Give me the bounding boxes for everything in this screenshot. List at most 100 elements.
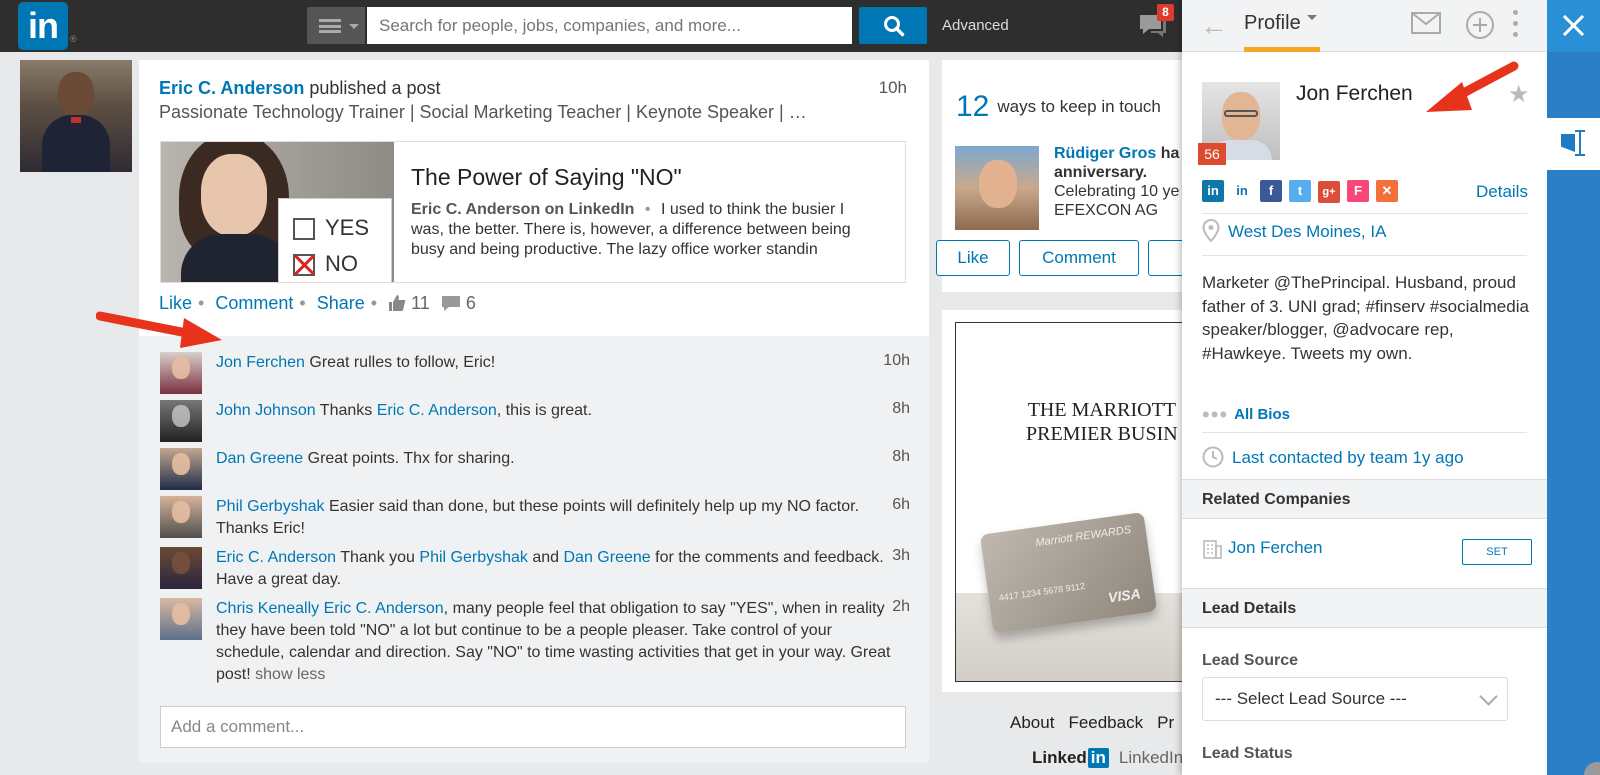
commenter-avatar[interactable] bbox=[160, 547, 202, 589]
article-title[interactable]: The Power of Saying "NO" bbox=[411, 164, 682, 191]
chevron-down-icon bbox=[349, 24, 359, 34]
feed-post-card: Eric C. Anderson published a post 10h Pa… bbox=[139, 60, 929, 763]
comment-text: Jon Ferchen Great rulles to follow, Eric… bbox=[216, 352, 904, 374]
lead-status-label: Lead Status bbox=[1202, 745, 1293, 762]
comment-timestamp: 10h bbox=[883, 352, 910, 369]
commenter-avatar[interactable] bbox=[160, 352, 202, 394]
comment-timestamp: 6h bbox=[892, 496, 910, 513]
connection-count-badge: 56 bbox=[1198, 143, 1226, 165]
comment-anniversary-button[interactable]: Comment bbox=[1019, 240, 1139, 276]
mail-icon[interactable] bbox=[1411, 12, 1441, 34]
linkedin-icon[interactable]: in bbox=[1202, 180, 1224, 202]
comment-body: , this is great. bbox=[496, 402, 592, 419]
comment-body: Great rulles to follow, Eric! bbox=[309, 354, 496, 371]
details-link[interactable]: Details bbox=[1476, 182, 1528, 202]
likes-count[interactable]: 11 bbox=[411, 293, 430, 313]
connection-name-link[interactable]: Rüdiger Gros bbox=[1054, 145, 1156, 162]
set-company-button[interactable]: SET bbox=[1462, 539, 1532, 565]
anniversary-line: Celebrating 10 ye bbox=[1054, 183, 1180, 200]
advanced-search-link[interactable]: Advanced bbox=[942, 17, 1009, 34]
post-timestamp: 10h bbox=[878, 78, 907, 97]
linkedin-logo[interactable]: in bbox=[18, 2, 68, 50]
show-less-link[interactable]: show less bbox=[255, 666, 325, 683]
back-arrow-icon[interactable]: ← bbox=[1200, 10, 1228, 42]
comment-timestamp: 8h bbox=[892, 400, 910, 417]
comment-text: Phil Gerbyshak Easier said than done, bu… bbox=[216, 496, 904, 540]
commenter-avatar[interactable] bbox=[160, 400, 202, 442]
extension-sidebar-strip bbox=[1547, 52, 1600, 775]
comments-section: Jon Ferchen Great rulles to follow, Eric… bbox=[139, 336, 929, 763]
text-cursor-icon bbox=[1575, 130, 1585, 156]
mention-link[interactable]: Phil Gerbyshak bbox=[419, 549, 528, 566]
extension-tab[interactable] bbox=[1547, 118, 1600, 170]
menu-icon bbox=[319, 19, 341, 33]
comment-timestamp: 3h bbox=[892, 547, 910, 564]
twitter-icon[interactable]: t bbox=[1289, 180, 1311, 202]
search-button[interactable] bbox=[859, 7, 927, 44]
checkbox-x-icon bbox=[293, 254, 315, 277]
sign-yes-text: YES bbox=[325, 215, 370, 240]
comment-text: Dan Greene Great points. Thx for sharing… bbox=[216, 448, 904, 470]
comment-text: John Johnson Thanks Eric C. Anderson, th… bbox=[216, 400, 904, 422]
contact-name: Jon Ferchen bbox=[1296, 82, 1413, 105]
commenter-name-link[interactable]: Jon Ferchen bbox=[216, 354, 305, 371]
messages-count-badge: 8 bbox=[1157, 4, 1174, 21]
add-icon[interactable] bbox=[1465, 10, 1495, 40]
ad-headline: THE MARRIOTT PREMIER BUSIN bbox=[1026, 399, 1178, 445]
footer-feedback-link[interactable]: Feedback bbox=[1068, 713, 1143, 732]
close-icon[interactable] bbox=[1547, 0, 1600, 52]
my-profile-avatar[interactable] bbox=[20, 60, 132, 172]
contact-bio: Marketer @ThePrincipal. Husband, proud f… bbox=[1202, 273, 1529, 363]
marriott-ad[interactable]: THE MARRIOTT PREMIER BUSIN Marriott REWAR… bbox=[955, 322, 1185, 682]
share-button[interactable]: Share bbox=[317, 293, 365, 313]
mention-link[interactable]: Eric C. Anderson bbox=[377, 402, 497, 419]
comment-body: Thank you bbox=[340, 549, 415, 566]
footer-links: About Feedback Pr bbox=[1010, 713, 1188, 733]
checkbox-empty-icon bbox=[293, 218, 315, 241]
commenter-name-link[interactable]: Chris Keneally bbox=[216, 600, 319, 617]
last-contacted-row: Last contacted by team 1y ago bbox=[1202, 446, 1527, 468]
comments-count[interactable]: 6 bbox=[466, 293, 476, 313]
tab-profile[interactable]: Profile bbox=[1244, 12, 1317, 35]
commenter-name-link[interactable]: Phil Gerbyshak bbox=[216, 498, 325, 515]
mention-link[interactable]: Eric C. Anderson bbox=[324, 600, 444, 617]
commenter-avatar[interactable] bbox=[160, 598, 202, 640]
article-preview[interactable]: YES NO The Power of Saying "NO" Eric C. … bbox=[160, 141, 906, 283]
lead-source-select[interactable]: --- Select Lead Source --- bbox=[1202, 677, 1508, 721]
foursquare-icon[interactable]: F bbox=[1347, 180, 1369, 202]
ways-text: ways to keep in touch bbox=[997, 97, 1161, 116]
more-options-icon[interactable] bbox=[1513, 10, 1519, 40]
comment-body: Thanks bbox=[319, 402, 373, 419]
comment-body: Great points. Thx for sharing. bbox=[307, 450, 515, 467]
anniversary-line: anniversary. bbox=[1054, 164, 1148, 181]
connection-photo[interactable] bbox=[955, 146, 1039, 230]
commenter-avatar[interactable] bbox=[160, 496, 202, 538]
google-plus-icon[interactable]: g+ bbox=[1318, 181, 1340, 203]
commenter-name-link[interactable]: Dan Greene bbox=[216, 450, 303, 467]
footer-link-partial[interactable]: Pr bbox=[1157, 713, 1174, 732]
company-name: EFEXCON AG bbox=[1054, 202, 1159, 219]
commenter-name-link[interactable]: John Johnson bbox=[216, 402, 316, 419]
search-input[interactable] bbox=[367, 7, 852, 44]
location-link[interactable]: West Des Moines, IA bbox=[1228, 222, 1386, 241]
commenter-name-link[interactable]: Eric C. Anderson bbox=[216, 549, 336, 566]
sidebar-header: ← Profile bbox=[1182, 0, 1547, 52]
linkedin-link-icon[interactable]: in bbox=[1231, 180, 1253, 202]
facebook-icon[interactable]: f bbox=[1260, 180, 1282, 202]
annotation-arrow-icon bbox=[96, 311, 222, 348]
like-anniversary-button[interactable]: Like bbox=[936, 240, 1010, 276]
last-contacted-link[interactable]: Last contacted by team 1y ago bbox=[1232, 448, 1464, 467]
comment-text: Chris Keneally Eric C. Anderson, many pe… bbox=[216, 598, 904, 686]
comment-bubble-icon bbox=[441, 296, 460, 311]
search-category-menu-button[interactable] bbox=[307, 7, 365, 44]
company-link[interactable]: Jon Ferchen bbox=[1228, 538, 1323, 557]
commenter-avatar[interactable] bbox=[160, 448, 202, 490]
all-bios-link[interactable]: ••• All Bios bbox=[1202, 402, 1290, 428]
mention-link[interactable]: Dan Greene bbox=[564, 549, 651, 566]
anniversary-line: ha bbox=[1160, 145, 1180, 162]
post-author-link[interactable]: Eric C. Anderson bbox=[159, 78, 304, 98]
keep-in-touch-header[interactable]: 12 ways to keep in touch bbox=[956, 90, 1161, 124]
add-comment-input[interactable] bbox=[160, 706, 906, 748]
footer-about-link[interactable]: About bbox=[1010, 713, 1054, 732]
xing-icon[interactable]: ✕ bbox=[1376, 180, 1398, 202]
